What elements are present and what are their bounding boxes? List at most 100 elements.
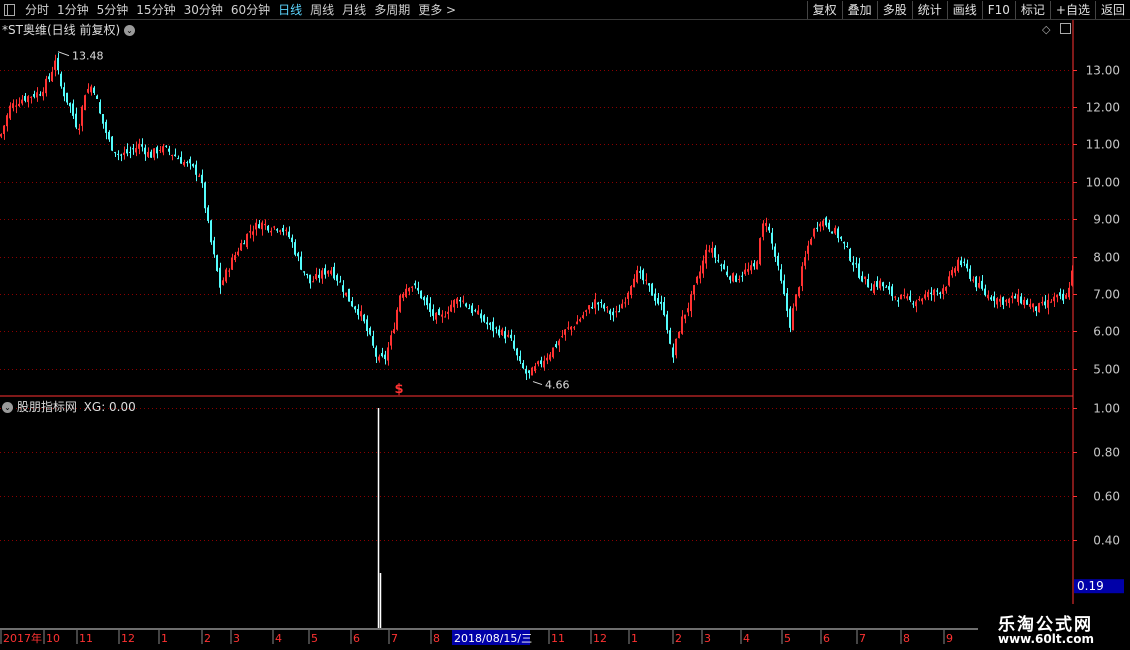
candle-body (15, 105, 17, 107)
period-tab-3[interactable]: 15分钟 (132, 1, 179, 19)
candle-body (177, 158, 179, 160)
candle-body (681, 316, 683, 334)
candle-body (468, 308, 470, 310)
period-tab-9[interactable]: 多周期 (370, 1, 414, 19)
period-tab-2[interactable]: 5分钟 (93, 1, 133, 19)
candle-body (66, 92, 68, 103)
date-label: 5 (311, 632, 318, 645)
period-tab-5[interactable]: 60分钟 (227, 1, 274, 19)
candle-body (408, 287, 410, 292)
candle-body (183, 162, 185, 166)
candle-body (336, 275, 338, 281)
candle-body (201, 174, 203, 184)
candle-body (546, 357, 548, 361)
candle-body (825, 217, 827, 226)
candle-body (864, 276, 866, 279)
candle-body (477, 310, 479, 315)
candle-body (1038, 303, 1040, 313)
period-tab-4[interactable]: 30分钟 (180, 1, 227, 19)
candle-body (453, 300, 455, 308)
period-tab-10[interactable]: 更多 > (414, 1, 460, 19)
candle-body (276, 229, 278, 231)
candle-body (627, 292, 629, 299)
candle-body (192, 163, 194, 167)
candle-body (1044, 301, 1046, 306)
candle-body (108, 131, 110, 140)
candle-body (513, 340, 515, 349)
toolbar-buttons: 复权 叠加 多股 统计 画线 F10 标记 +自选 返回 (806, 0, 1130, 19)
candle-body (525, 368, 527, 374)
period-tab-1[interactable]: 1分钟 (53, 1, 93, 19)
candle-body (483, 315, 485, 322)
candle-body (687, 308, 689, 313)
period-tab-0[interactable]: 分时 (21, 1, 53, 19)
candle-body (210, 220, 212, 243)
candle-body (900, 294, 902, 300)
candle-body (204, 182, 206, 209)
date-label: 4 (743, 632, 750, 645)
candle-body (654, 293, 656, 301)
candle-body (906, 296, 908, 299)
candle-body (303, 271, 305, 273)
candle-body (1026, 300, 1028, 305)
candle-body (696, 276, 698, 284)
candle-body (810, 238, 812, 245)
panel-toggle-icon[interactable] (1060, 23, 1071, 34)
chevron-down-icon[interactable]: ⌄ (2, 402, 13, 413)
candle-body (396, 309, 398, 330)
date-label: 7 (859, 632, 866, 645)
candle-body (594, 299, 596, 309)
candle-body (777, 255, 779, 266)
toolbar-button-8[interactable]: 返回 (1094, 0, 1130, 19)
candle-body (1014, 296, 1016, 299)
candle-body (759, 238, 761, 265)
candle-body (795, 294, 797, 307)
toolbar-button-3[interactable]: 统计 (911, 0, 947, 19)
candle-body (1053, 296, 1055, 302)
candle-body (1032, 303, 1034, 308)
candle-body (180, 157, 182, 164)
candle-body (291, 237, 293, 243)
candle-body (567, 327, 569, 329)
period-tabs: 分时 1分钟 5分钟 15分钟 30分钟 60分钟 日线 周线 月线 多周期 更多 > (0, 0, 460, 19)
candle-body (651, 283, 653, 296)
current-value-label: 0.19 (1077, 579, 1104, 593)
chart-area: 5.006.007.008.009.0010.0011.0012.0013.00… (0, 20, 1124, 645)
candle-body (678, 331, 680, 339)
candle-body (993, 296, 995, 301)
toolbar-button-1[interactable]: 叠加 (841, 0, 877, 19)
toolbar-button-4[interactable]: 画线 (946, 0, 982, 19)
candle-body (501, 329, 503, 335)
candle-body (726, 271, 728, 276)
price-tick-label: 11.00 (1086, 138, 1120, 152)
candle-body (45, 78, 47, 94)
candle-body (690, 294, 692, 312)
candle-body (951, 269, 953, 276)
date-label: 6 (823, 632, 830, 645)
candle-body (924, 294, 926, 299)
chevron-down-icon[interactable]: ⌄ (123, 25, 135, 36)
diamond-icon[interactable]: ◇ (1042, 23, 1050, 36)
toolbar-button-7[interactable]: +自选 (1049, 0, 1095, 19)
window-restore-icon[interactable] (4, 3, 15, 16)
candle-body (819, 223, 821, 227)
candle-body (285, 229, 287, 231)
candle-body (1008, 298, 1010, 304)
toolbar-button-0[interactable]: 复权 (806, 0, 842, 19)
candle-body (300, 256, 302, 270)
period-tab-7[interactable]: 周线 (306, 1, 338, 19)
candle-body (999, 298, 1001, 302)
toolbar-button-2[interactable]: 多股 (876, 0, 912, 19)
candle-body (621, 303, 623, 309)
candle-body (369, 328, 371, 335)
candle-body (984, 288, 986, 296)
period-tab-8[interactable]: 月线 (338, 1, 370, 19)
candle-body (330, 270, 332, 274)
period-tab-6[interactable]: 日线 (274, 1, 306, 19)
candle-body (528, 370, 530, 374)
indicator-value: XG: 0.00 (83, 400, 136, 414)
candle-body (519, 356, 521, 362)
toolbar-button-6[interactable]: 标记 (1014, 0, 1050, 19)
toolbar-button-5[interactable]: F10 (981, 0, 1015, 19)
candle-body (744, 269, 746, 275)
